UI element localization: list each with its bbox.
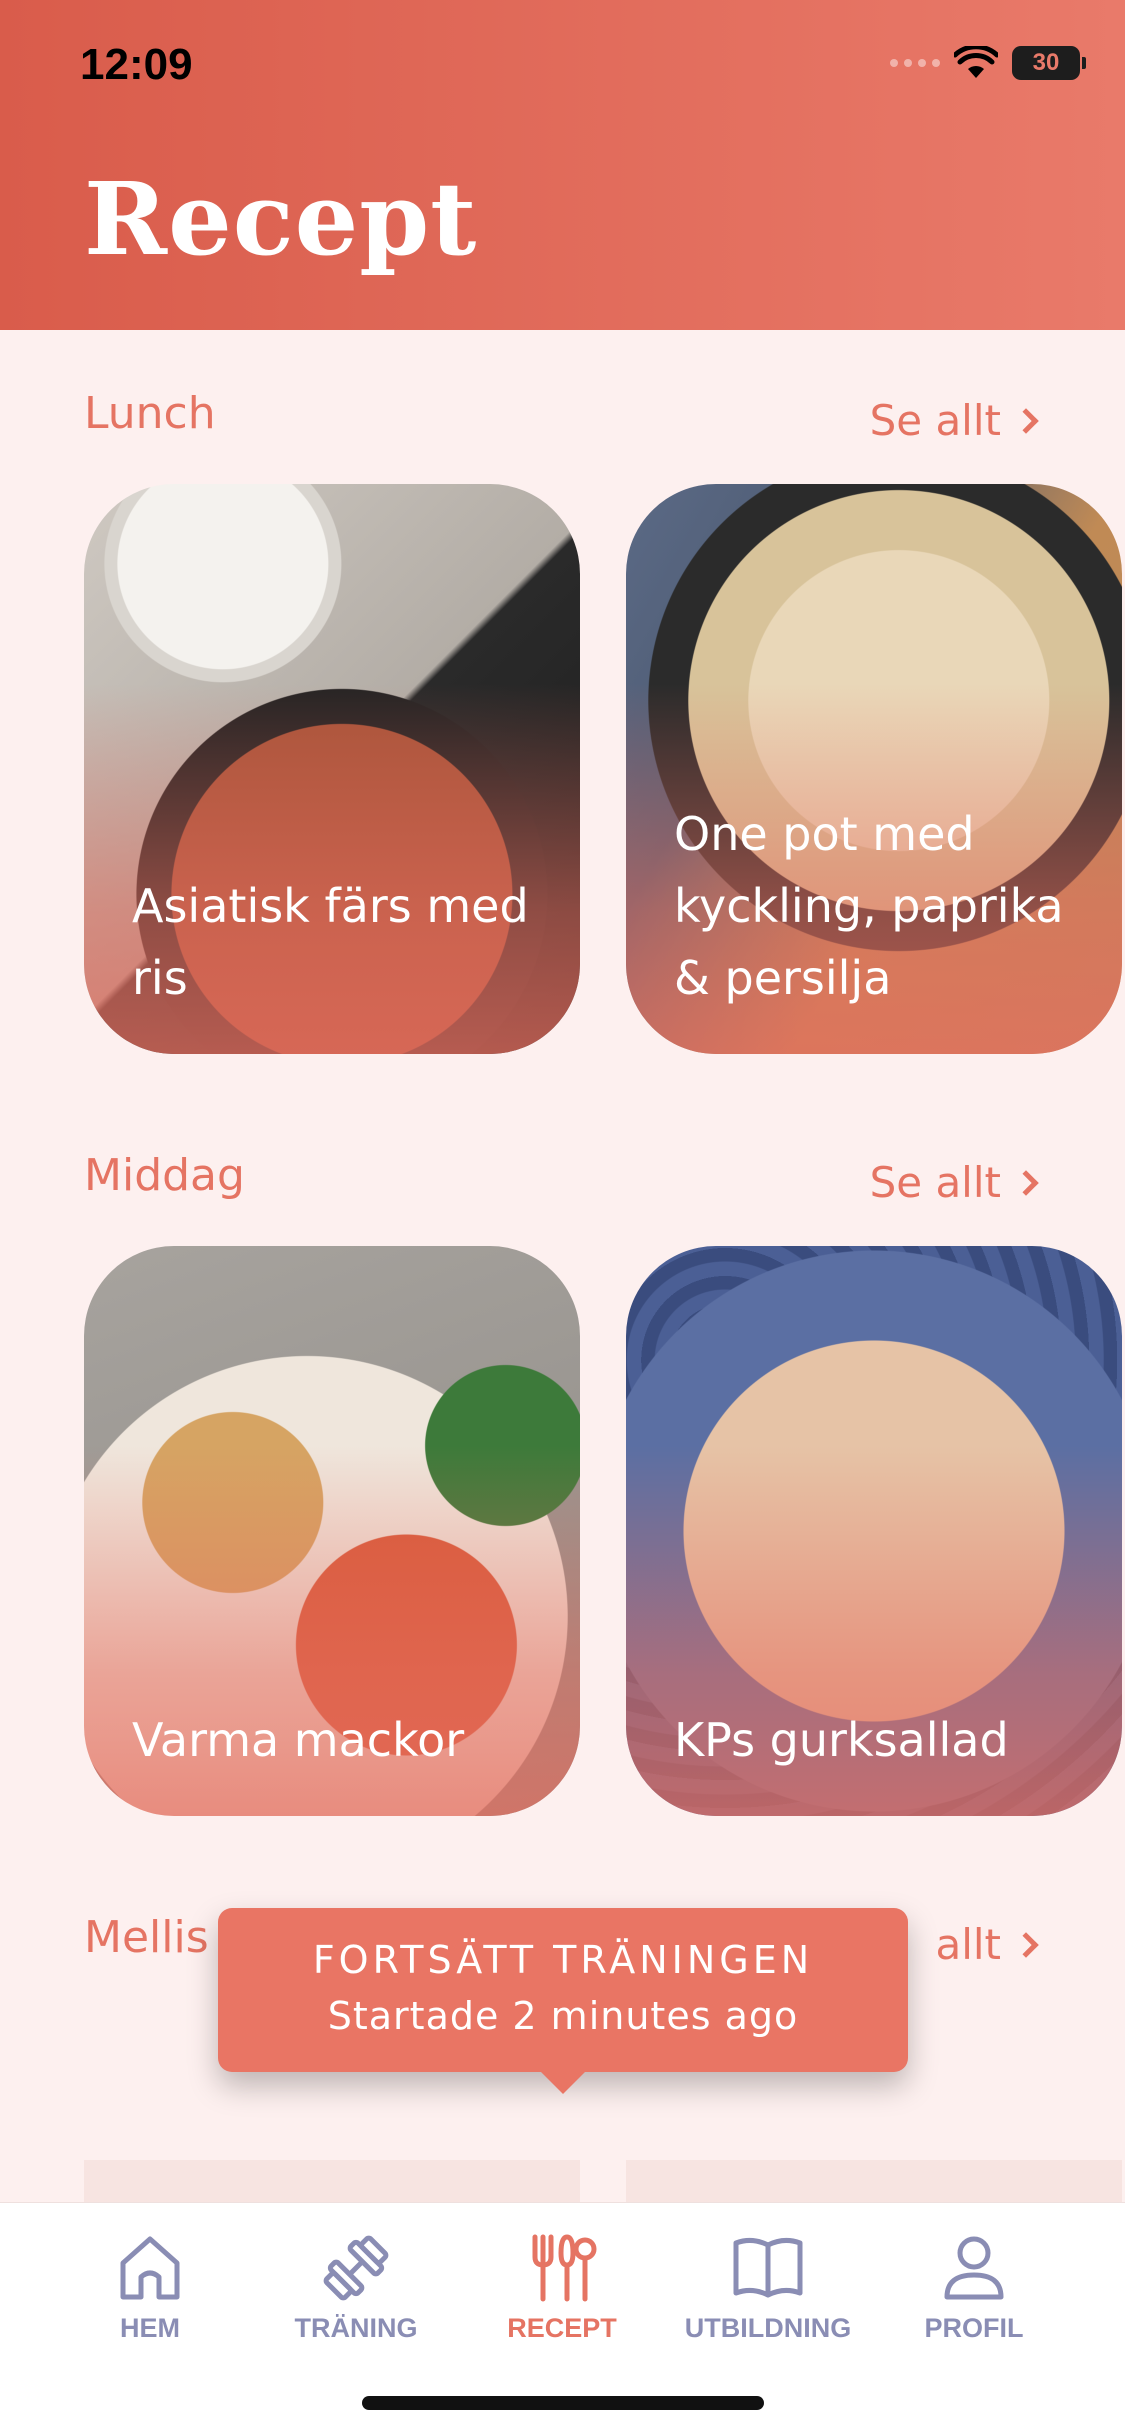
recipe-card-title: One pot med kyckling, paprika & persilja	[674, 807, 1064, 1005]
status-icons: 30	[890, 46, 1086, 80]
book-icon	[733, 2237, 803, 2298]
page-title: Recept	[84, 160, 478, 278]
tab-utbildning[interactable]: UTBILDNING	[658, 2233, 878, 2344]
tab-label: RECEPT	[507, 2313, 617, 2343]
signal-icon	[890, 59, 940, 67]
section-title-middag: Middag	[84, 1150, 245, 1201]
banner-title: FORTSÄTT TRÄNINGEN	[312, 1938, 814, 1982]
chevron-right-icon	[1013, 407, 1039, 434]
battery-icon: 30	[1012, 46, 1086, 80]
recipe-card-title: Varma mackor	[132, 1713, 465, 1767]
wifi-icon	[954, 46, 998, 78]
see-all-lunch-button[interactable]: Se allt	[869, 396, 1039, 445]
recipe-card-varma-mackor[interactable]: Varma mackor	[84, 1246, 580, 1816]
recipe-card-title: Asiatisk färs med ris	[132, 879, 529, 1005]
utensils-icon	[532, 2234, 597, 2302]
section-title-mellis: Mellis	[84, 1912, 209, 1963]
see-all-middag-button[interactable]: Se allt	[869, 1158, 1039, 1207]
person-icon	[944, 2236, 1004, 2300]
see-all-label: Se allt	[869, 396, 1001, 445]
status-time: 12:09	[80, 40, 193, 89]
chevron-right-icon	[1013, 1169, 1039, 1196]
see-all-label: allt	[935, 1920, 1001, 1969]
tab-hem[interactable]: HEM	[40, 2233, 260, 2344]
section-title-lunch: Lunch	[84, 388, 216, 439]
see-all-mellis-button[interactable]: allt	[935, 1920, 1039, 1969]
tab-label: HEM	[120, 2313, 180, 2343]
recipe-card-asiatisk-fars[interactable]: Asiatisk färs med ris	[84, 484, 580, 1054]
banner-subtitle: Startade 2 minutes ago	[327, 1994, 799, 2038]
tab-recept[interactable]: RECEPT	[452, 2233, 672, 2344]
home-icon	[120, 2236, 180, 2300]
recipe-card-gurksallad[interactable]: KPs gurksallad	[626, 1246, 1122, 1816]
see-all-label: Se allt	[869, 1158, 1001, 1207]
chevron-right-icon	[1013, 1931, 1039, 1958]
continue-training-banner[interactable]: FORTSÄTT TRÄNINGEN Startade 2 minutes ag…	[218, 1908, 908, 2072]
recipe-card-title: KPs gurksallad	[674, 1713, 1009, 1767]
dumbbell-icon	[323, 2235, 389, 2301]
tab-label: UTBILDNING	[684, 2313, 852, 2343]
tab-profil[interactable]: PROFIL	[864, 2233, 1084, 2344]
tab-label: PROFIL	[924, 2313, 1024, 2343]
tab-label: TRÄNING	[294, 2313, 418, 2343]
recipe-card-one-pot[interactable]: One pot med kyckling, paprika & persilja	[626, 484, 1122, 1054]
home-indicator	[362, 2396, 764, 2410]
header: 12:09 30 Recept	[0, 0, 1125, 330]
tab-traning[interactable]: TRÄNING	[246, 2233, 466, 2344]
